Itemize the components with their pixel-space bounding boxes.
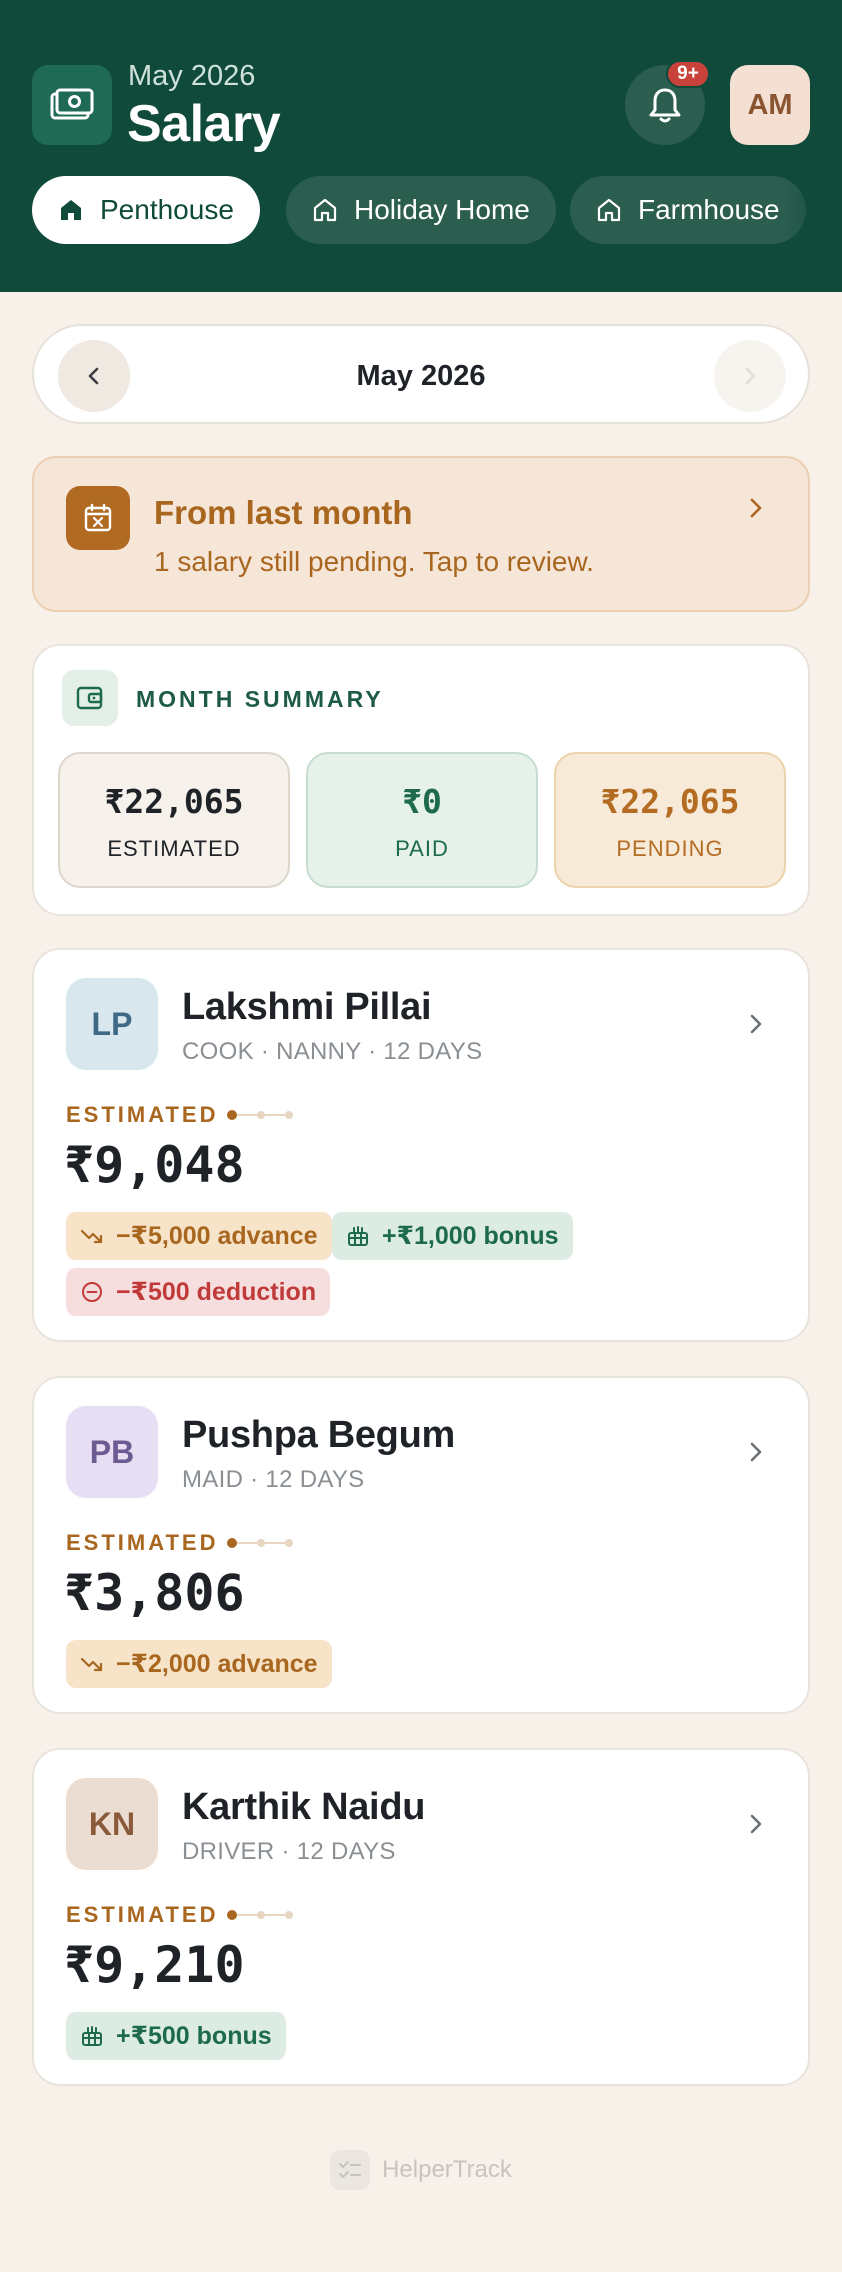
chevron-right-icon [750,1814,762,1834]
chevron-right-icon [750,1442,762,1462]
trend-down-icon [80,1229,103,1244]
alert-title: From last month [154,494,413,531]
progress-dots-icon [227,1538,293,1548]
alert-text: 1 salary still pending. Tap to review. [154,546,594,577]
notification-badge: 9+ [666,60,710,88]
worker-card-karthik-naidu[interactable]: KN Karthik Naidu DRIVER · 12 DAYS ESTIMA… [32,1748,810,2086]
month-selector: May 2026 [32,324,810,424]
current-month-label: May 2026 [356,360,486,392]
progress-dots-icon [227,1910,293,1920]
worker-role: DRIVER · 12 DAYS [182,1838,396,1865]
worker-name: Pushpa Begum [182,1414,455,1456]
estimated-total-stat: ₹22,065 ESTIMATED [58,752,290,888]
page-title: Salary [127,95,281,153]
month-summary-card: MONTH SUMMARY ₹22,065 ESTIMATED ₹0 PAID … [32,644,810,916]
wallet-icon [62,670,118,726]
avatar: PB [66,1406,158,1498]
summary-title: MONTH SUMMARY [136,686,384,712]
paid-amount: ₹0 [402,782,442,821]
property-tabs: Penthouse Holiday Home Farmhouse [32,176,842,244]
chip-label: −₹500 deduction [116,1278,317,1306]
gift-icon [348,1226,368,1246]
avatar: LP [66,978,158,1070]
cash-icon [32,65,112,145]
bonus-chip: +₹500 bonus [66,2012,286,2060]
tab-label: Holiday Home [354,194,530,225]
footer-brand-label: HelperTrack [382,2156,512,2183]
gift-icon [82,2026,102,2046]
chip-label: −₹5,000 advance [116,1222,318,1250]
progress-dots-icon [227,1110,293,1120]
worker-role: COOK · NANNY · 12 DAYS [182,1038,483,1065]
app-header: May 2026 Salary 9+ AM Penthouse Holiday … [0,0,842,292]
home-icon [313,198,337,222]
footer-brand: HelperTrack [0,2150,842,2190]
chip-label: −₹2,000 advance [116,1650,318,1678]
worker-amount: ₹9,210 [64,1936,245,1994]
checklist-icon [330,2150,371,2190]
tab-farmhouse[interactable]: Farmhouse [570,176,806,244]
tab-label: Penthouse [100,194,234,225]
pending-amount: ₹22,065 [600,782,740,821]
user-avatar[interactable]: AM [730,65,810,145]
paid-total-stat: ₹0 PAID [306,752,538,888]
estimated-label: ESTIMATED [66,1102,219,1127]
worker-name: Lakshmi Pillai [182,986,432,1028]
bonus-chip: +₹1,000 bonus [332,1212,573,1260]
paid-label: PAID [395,836,449,861]
trend-down-icon [80,1657,103,1672]
chevron-right-icon [750,498,762,518]
chip-label: +₹500 bonus [116,2022,272,2050]
pending-total-stat: ₹22,065 PENDING [554,752,786,888]
deduction-chip: −₹500 deduction [66,1268,331,1316]
worker-card-pushpa-begum[interactable]: PB Pushpa Begum MAID · 12 DAYS ESTIMATED… [32,1376,810,1714]
estimated-label: ESTIMATED [66,1530,219,1555]
tabs-scroll-fade [782,176,842,244]
chevron-right-icon [745,367,756,385]
tab-label: Farmhouse [638,194,780,225]
tab-holiday-home[interactable]: Holiday Home [286,176,556,244]
home-icon [61,200,81,220]
pending-label: PENDING [616,836,724,861]
calendar-x-icon [66,486,130,550]
worker-role: MAID · 12 DAYS [182,1466,365,1493]
tab-penthouse[interactable]: Penthouse [32,176,260,244]
worker-amount: ₹3,806 [64,1564,245,1622]
pending-alert-banner[interactable]: From last month 1 salary still pending. … [32,456,810,612]
avatar: KN [66,1778,158,1870]
chevron-right-icon [750,1014,762,1034]
header-subtitle: May 2026 [128,60,256,92]
bell-icon [649,88,681,123]
worker-name: Karthik Naidu [182,1786,426,1828]
estimated-label: ESTIMATED [66,1902,219,1927]
advance-chip: −₹2,000 advance [66,1640,332,1688]
advance-chip: −₹5,000 advance [66,1212,332,1260]
worker-amount: ₹9,048 [64,1136,245,1194]
minus-circle-icon [82,1282,102,1302]
estimated-amount: ₹22,065 [104,782,244,821]
chip-label: +₹1,000 bonus [382,1222,559,1250]
home-icon [597,198,621,222]
estimated-label: ESTIMATED [107,836,241,861]
next-month-button[interactable] [714,340,786,412]
worker-card-lakshmi-pillai[interactable]: LP Lakshmi Pillai COOK · NANNY · 12 DAYS… [32,948,810,1342]
